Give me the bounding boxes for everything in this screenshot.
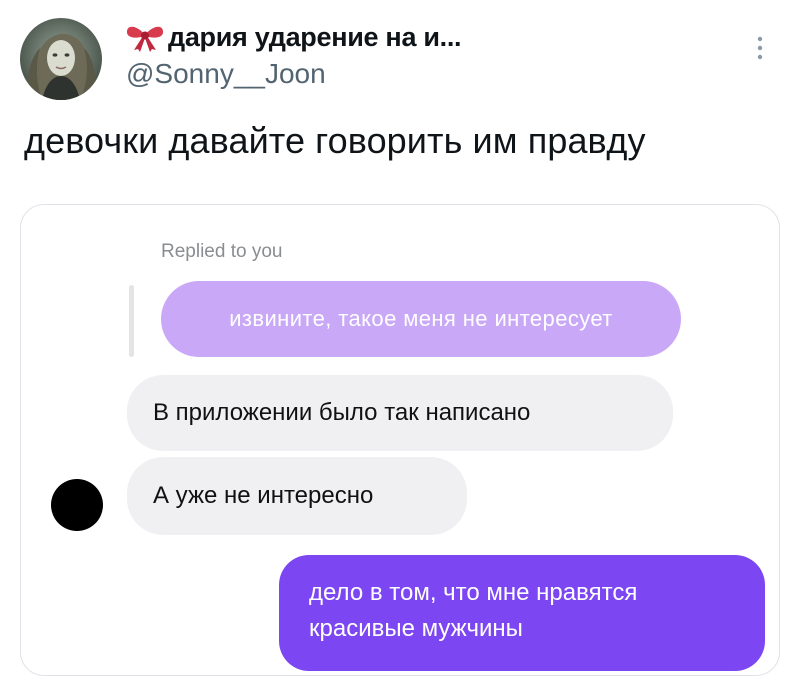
quoted-message-bubble: извините, такое меня не интересует [161, 281, 681, 357]
display-name-row[interactable]: дария ударение на и... [124, 20, 462, 54]
display-name: дария ударение на и... [168, 21, 462, 52]
author-avatar[interactable] [20, 18, 102, 100]
user-handle[interactable]: @Sonny__Joon [126, 58, 326, 90]
attached-image[interactable]: Replied to you извините, такое меня не и… [20, 204, 780, 676]
outgoing-message-line: красивые мужчины [309, 615, 523, 642]
quote-bar [129, 285, 134, 357]
incoming-message-bubble: А уже не интересно [127, 457, 467, 535]
tweet-text: девочки давайте говорить им правду [24, 120, 646, 161]
ribbon-bow-icon [126, 26, 164, 52]
sender-avatar [51, 479, 103, 531]
incoming-message-bubble: В приложении было так написано [127, 375, 673, 451]
outgoing-message-line: дело в том, что мне нравятся [309, 579, 638, 606]
outgoing-message-bubble: дело в том, что мне нравятся красивые му… [279, 555, 765, 671]
replied-label: Replied to you [161, 241, 283, 262]
more-vertical-icon[interactable] [752, 34, 768, 64]
avatar-photo [20, 18, 102, 100]
